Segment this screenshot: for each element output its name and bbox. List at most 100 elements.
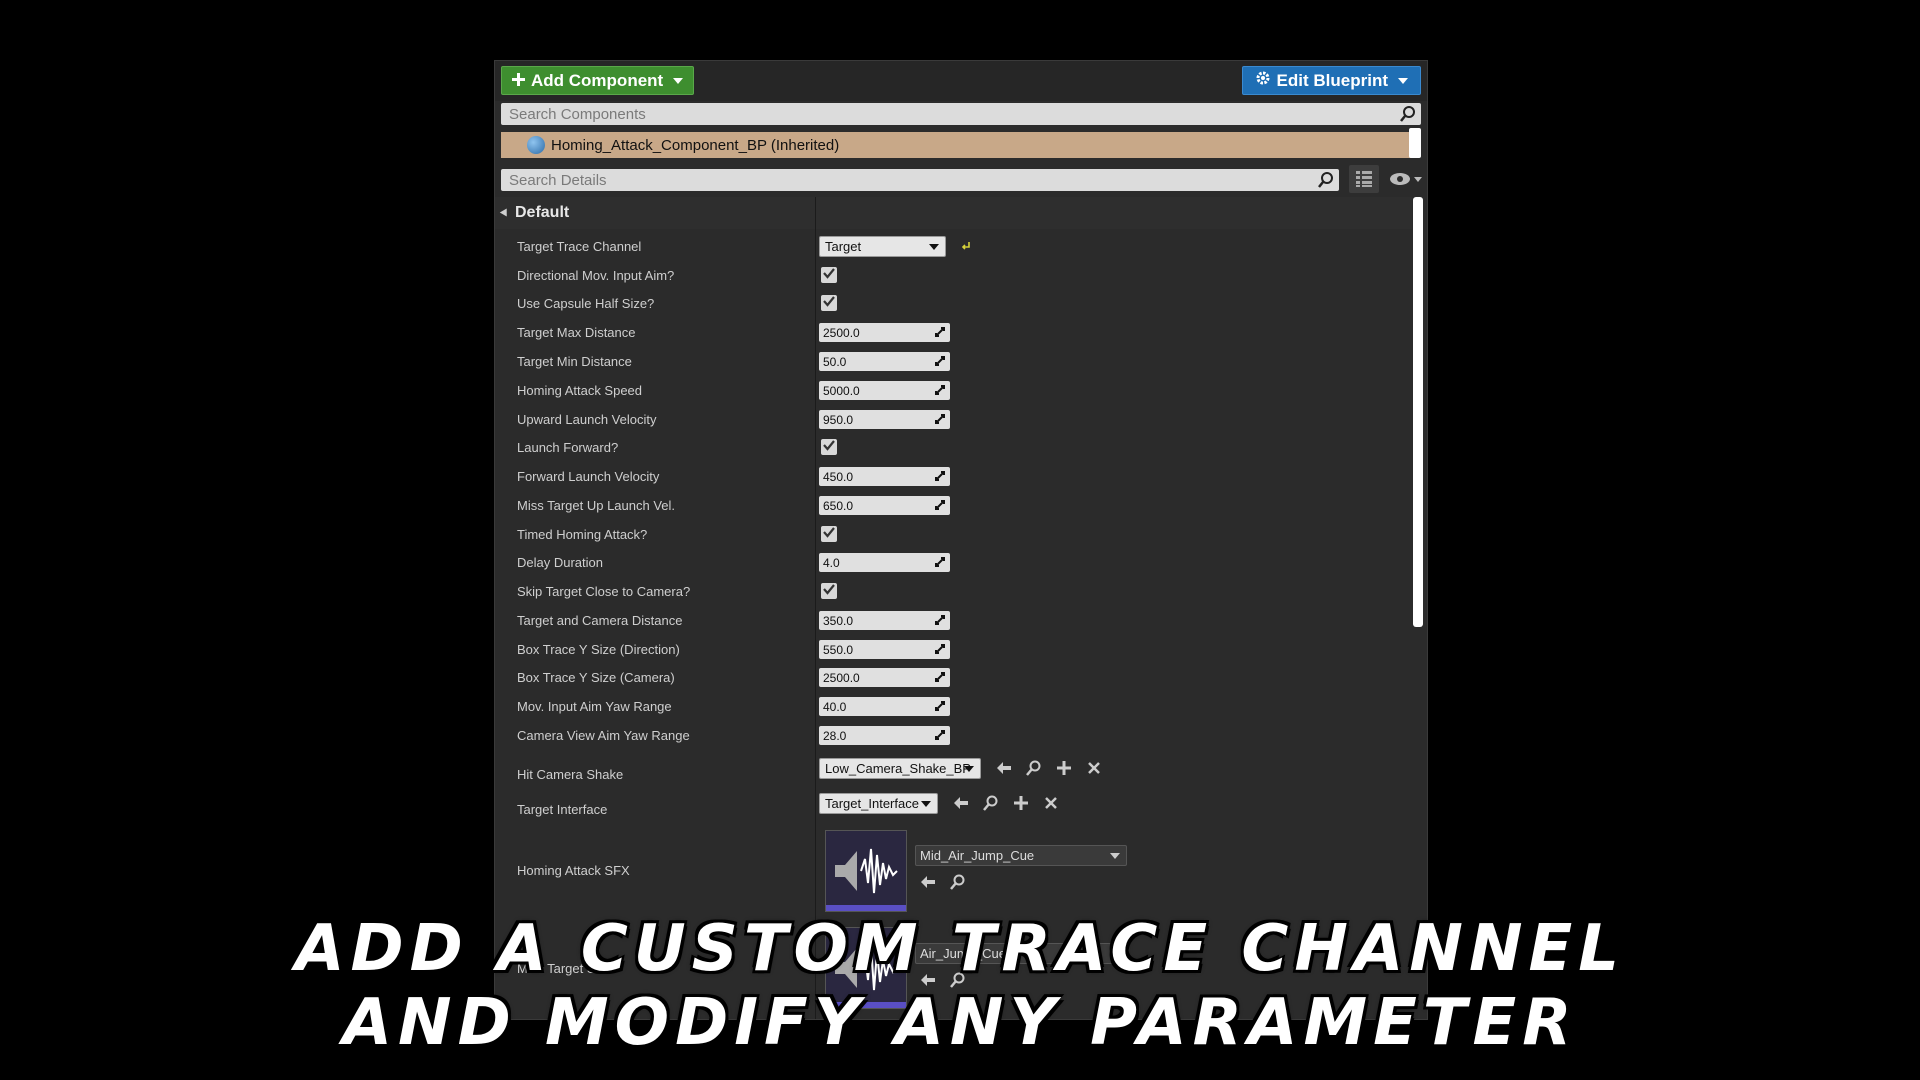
prop-label-target-min-distance: Target Min Distance (517, 354, 632, 369)
grid-icon[interactable] (1349, 165, 1379, 193)
prop-label-homing-attack-speed: Homing Attack Speed (517, 383, 643, 398)
numeric-input-box-trace-y-size-direction[interactable]: 550.0 (819, 640, 950, 659)
component-row[interactable]: Homing_Attack_Component_BP (Inherited) (501, 132, 1419, 158)
section-default[interactable]: Default (495, 197, 1413, 229)
numeric-value: 350.0 (823, 613, 854, 628)
search-icon[interactable] (1317, 171, 1335, 194)
sound-wave-icon[interactable] (825, 830, 907, 912)
target-interface-dropdown[interactable]: Target_Interface (819, 793, 938, 814)
numeric-input-mov-input-aim-yaw-range[interactable]: 40.0 (819, 697, 950, 716)
target-interface-value: Target_Interface (825, 796, 919, 811)
browse-icon[interactable] (1025, 759, 1043, 777)
add-icon[interactable] (1055, 759, 1073, 777)
numeric-value: 2500.0 (823, 670, 860, 685)
search-details-placeholder: Search Details (509, 171, 607, 189)
prop-label-target-max-distance: Target Max Distance (517, 325, 636, 340)
prop-label-use-capsule-half-size: Use Capsule Half Size? (517, 296, 655, 311)
trace-channel-dropdown[interactable]: Target (819, 236, 946, 257)
checkbox-timed-homing-attack[interactable] (821, 526, 837, 542)
trace-channel-value: Target (825, 239, 862, 254)
scrollbar-thumb[interactable] (1413, 197, 1423, 627)
numeric-input-miss-target-up-launch-vel[interactable]: 650.0 (819, 496, 950, 515)
prop-label-box-trace-y-size-direction: Box Trace Y Size (Direction) (517, 642, 680, 657)
browse-icon[interactable] (949, 873, 967, 891)
numeric-input-target-and-camera-distance[interactable]: 350.0 (819, 611, 950, 630)
checkbox-launch-forward[interactable] (821, 439, 837, 455)
numeric-input-homing-attack-speed[interactable]: 5000.0 (819, 381, 950, 400)
spin-arrows-icon[interactable] (933, 354, 947, 368)
prop-label-forward-launch-velocity: Forward Launch Velocity (517, 469, 660, 484)
hit-camera-shake-value: Low_Camera_Shake_BP (825, 761, 971, 776)
prop-label-box-trace-y-size-camera: Box Trace Y Size (Camera) (517, 670, 675, 685)
prop-label-hit-camera-shake: Hit Camera Shake (517, 767, 624, 782)
hit-camera-shake-dropdown[interactable]: Low_Camera_Shake_BP (819, 758, 981, 779)
component-label: Homing_Attack_Component_BP (Inherited) (551, 136, 840, 154)
numeric-input-upward-launch-velocity[interactable]: 950.0 (819, 410, 950, 429)
numeric-input-delay-duration[interactable]: 4.0 (819, 553, 950, 572)
spin-arrows-icon[interactable] (933, 699, 947, 713)
asset-type-bar (826, 905, 906, 911)
chevron-down-icon (921, 801, 931, 807)
checkbox-directional-mov-input-aim[interactable] (821, 267, 837, 283)
spin-arrows-icon[interactable] (933, 670, 947, 684)
reset-arrow-icon[interactable] (960, 239, 972, 251)
chevron-down-icon (964, 766, 974, 772)
numeric-input-box-trace-y-size-camera[interactable]: 2500.0 (819, 668, 950, 687)
numeric-value: 4.0 (823, 555, 840, 570)
numeric-input-target-max-distance[interactable]: 2500.0 (819, 323, 950, 342)
spin-arrows-icon[interactable] (933, 383, 947, 397)
chevron-down-icon (1413, 176, 1422, 182)
chevron-down-icon (1110, 853, 1120, 859)
spin-arrows-icon[interactable] (933, 325, 947, 339)
numeric-input-forward-launch-velocity[interactable]: 450.0 (819, 467, 950, 486)
browse-icon[interactable] (982, 794, 1000, 812)
numeric-value: 950.0 (823, 412, 854, 427)
section-title: Default (515, 204, 570, 221)
edit-blueprint-button[interactable]: Edit Blueprint (1241, 66, 1421, 95)
numeric-value: 50.0 (823, 354, 847, 369)
checkmark-icon (823, 266, 835, 284)
edit-blueprint-label: Edit Blueprint (1276, 70, 1388, 90)
spin-arrows-icon[interactable] (933, 613, 947, 627)
checkmark-icon (823, 525, 835, 543)
add-component-button[interactable]: Add Component (501, 66, 695, 95)
back-arrow-icon[interactable] (919, 873, 937, 891)
details-scrollbar[interactable] (1412, 197, 1424, 1019)
column-divider[interactable] (815, 197, 816, 1019)
homing-sfx-dropdown[interactable]: Mid_Air_Jump_Cue (915, 845, 1127, 866)
prop-label-miss-target-up-launch-vel: Miss Target Up Launch Vel. (517, 498, 676, 513)
back-arrow-icon[interactable] (952, 794, 970, 812)
prop-label-directional-mov-input-aim: Directional Mov. Input Aim? (517, 268, 675, 283)
prop-label-delay-duration: Delay Duration (517, 555, 603, 570)
search-components-input[interactable]: Search Components (501, 103, 1421, 125)
checkbox-skip-target-close-to-camera[interactable] (821, 583, 837, 599)
prop-label-timed-homing-attack: Timed Homing Attack? (517, 527, 648, 542)
prop-label-launch-forward: Launch Forward? (517, 440, 619, 455)
prop-label-homing-attack-sfx: Homing Attack SFX (517, 863, 630, 878)
details-panel: Add Component Edit Blueprint Search Comp… (494, 60, 1428, 1020)
prop-label-target-trace-channel: Target Trace Channel (517, 239, 642, 254)
numeric-input-camera-view-aim-yaw-range[interactable]: 28.0 (819, 726, 950, 745)
search-icon[interactable] (1399, 105, 1417, 128)
add-icon[interactable] (1012, 794, 1030, 812)
toolbar: Add Component Edit Blueprint (495, 61, 1427, 101)
clear-icon[interactable] (1085, 759, 1103, 777)
back-arrow-icon[interactable] (995, 759, 1013, 777)
checkbox-use-capsule-half-size[interactable] (821, 295, 837, 311)
spin-arrows-icon[interactable] (933, 555, 947, 569)
spin-arrows-icon[interactable] (933, 469, 947, 483)
spin-arrows-icon[interactable] (933, 498, 947, 512)
search-details-input[interactable]: Search Details (501, 169, 1339, 191)
numeric-value: 28.0 (823, 728, 847, 743)
spin-arrows-icon[interactable] (933, 728, 947, 742)
components-scrollbar[interactable] (1409, 128, 1421, 158)
numeric-input-target-min-distance[interactable]: 50.0 (819, 352, 950, 371)
eye-icon[interactable] (1385, 165, 1425, 193)
prop-label-skip-target-close-to-camera: Skip Target Close to Camera? (517, 584, 691, 599)
numeric-value: 40.0 (823, 699, 847, 714)
spin-arrows-icon[interactable] (933, 412, 947, 426)
checkmark-icon (823, 438, 835, 456)
numeric-value: 450.0 (823, 469, 854, 484)
clear-icon[interactable] (1042, 794, 1060, 812)
spin-arrows-icon[interactable] (933, 642, 947, 656)
